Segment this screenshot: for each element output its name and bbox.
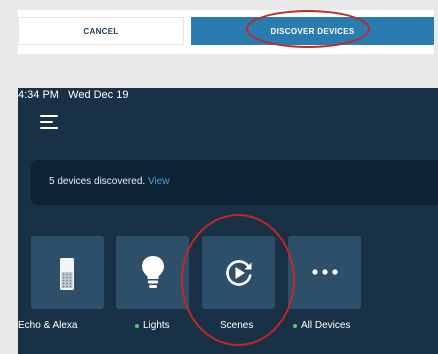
view-link[interactable]: View [148,176,170,187]
status-date: Wed Dec 19 [68,89,129,101]
discover-bar: CANCEL DISCOVER DEVICES [18,10,434,54]
tile-label-all-devices: All Devices [293,320,350,331]
more-dots-icon [312,269,338,275]
tile-echo-alexa[interactable] [31,236,104,309]
status-bar: 4:34 PM Wed Dec 19 [18,89,128,101]
lightbulb-icon [142,256,164,288]
tile-scenes[interactable] [202,236,275,309]
tile-all-devices[interactable] [288,236,361,309]
echo-show-screen: 4:34 PM Wed Dec 19 5 devices discovered.… [18,88,438,354]
echo-speaker-icon [60,258,74,290]
tile-lights[interactable] [116,236,189,309]
tile-label-lights: Lights [135,320,170,331]
discover-devices-button[interactable]: DISCOVER DEVICES [191,17,434,45]
cancel-button[interactable]: CANCEL [18,17,184,45]
discovery-banner-text: 5 devices discovered. View [49,176,169,187]
status-time: 4:34 PM [18,89,59,101]
status-dot [135,323,139,328]
hamburger-menu-icon[interactable] [40,115,58,129]
status-dot [293,323,297,328]
discovery-banner: 5 devices discovered. View [31,160,438,205]
discovery-message: 5 devices discovered. [49,176,146,187]
tile-label-echo-alexa: Echo & Alexa [18,320,78,331]
tile-label-scenes: Scenes [220,320,254,331]
scenes-play-icon [226,260,252,286]
